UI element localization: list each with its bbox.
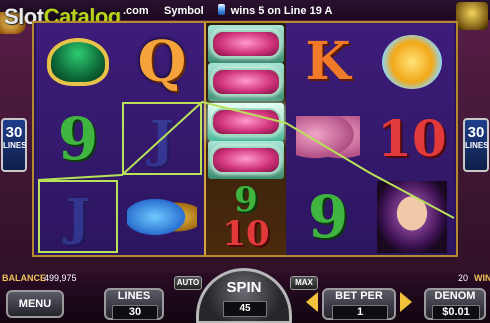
max-button[interactable]: MAX (290, 276, 318, 290)
win-message-text: wins 5 on Line 19 A (230, 5, 333, 17)
win-line (37, 100, 455, 219)
bet-increase-arrow-icon[interactable] (400, 292, 412, 312)
symbol-icon (217, 4, 225, 15)
top-bar: SlotCatalog .com Symbol wins 5 on Line 19… (0, 0, 490, 34)
lines-button[interactable]: LINES 30 (104, 288, 164, 320)
bet-per-label: BET PER (335, 290, 383, 302)
win-message: Symbol wins 5 on Line 19 A (164, 4, 332, 17)
auto-button[interactable]: AUTO (174, 276, 202, 290)
lines-value: 30 (112, 305, 158, 320)
balance-value: 499,975 (44, 273, 77, 283)
site-logo-suffix: .com (123, 5, 149, 17)
balance-label: BALANCE (2, 273, 46, 283)
lines-badge-right: 30 LINES (463, 118, 489, 172)
reel-window: 9 J Q J 9 10 K 9 10 (32, 21, 458, 257)
bet-per-button[interactable]: BET PER 1 (322, 288, 396, 320)
total-bet-value: 45 (223, 301, 267, 317)
win-label: WIN (474, 273, 490, 283)
game-logo-badge (456, 2, 488, 30)
menu-button[interactable]: MENU (6, 290, 64, 318)
win-value: 20 (458, 273, 469, 283)
slot-game: SlotCatalog .com Symbol wins 5 on Line 19… (0, 0, 490, 323)
spin-label: SPIN (226, 279, 262, 296)
lines-label: LINES (117, 290, 151, 302)
denom-label: DENOM (434, 290, 476, 302)
bet-decrease-arrow-icon[interactable] (306, 292, 318, 312)
denom-button[interactable]: DENOM $0.01 (424, 288, 486, 320)
win-message-prefix: Symbol (164, 5, 204, 17)
lines-badge-left: 30 LINES (1, 118, 27, 172)
bet-per-value: 1 (332, 305, 388, 320)
denom-value: $0.01 (432, 305, 480, 320)
